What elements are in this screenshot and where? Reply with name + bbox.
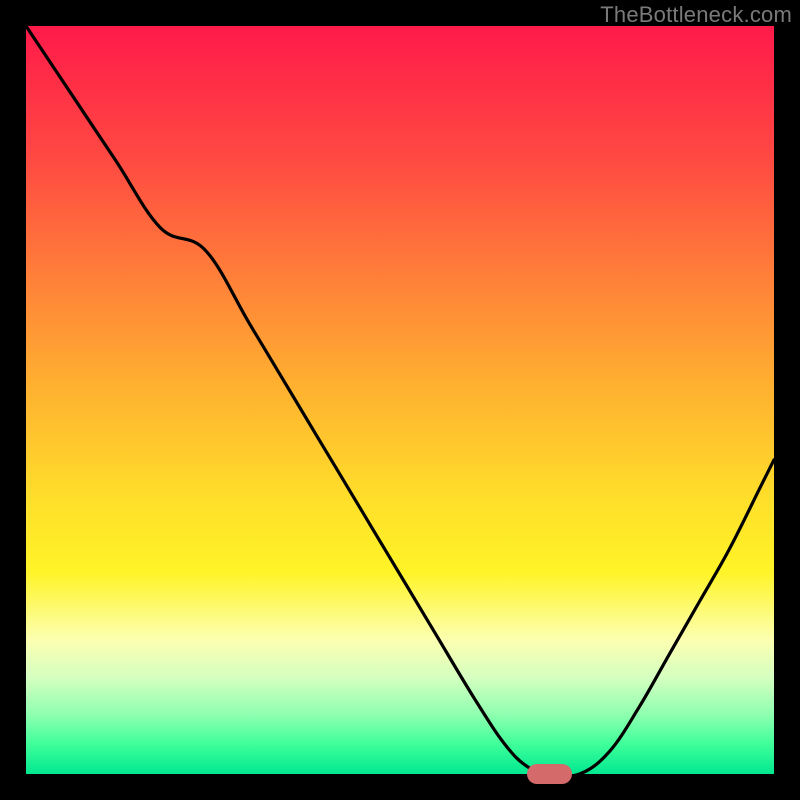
optimal-point-marker — [527, 764, 572, 783]
watermark-text: TheBottleneck.com — [600, 2, 792, 28]
bottleneck-curve — [26, 26, 774, 774]
chart-frame: TheBottleneck.com — [0, 0, 800, 800]
